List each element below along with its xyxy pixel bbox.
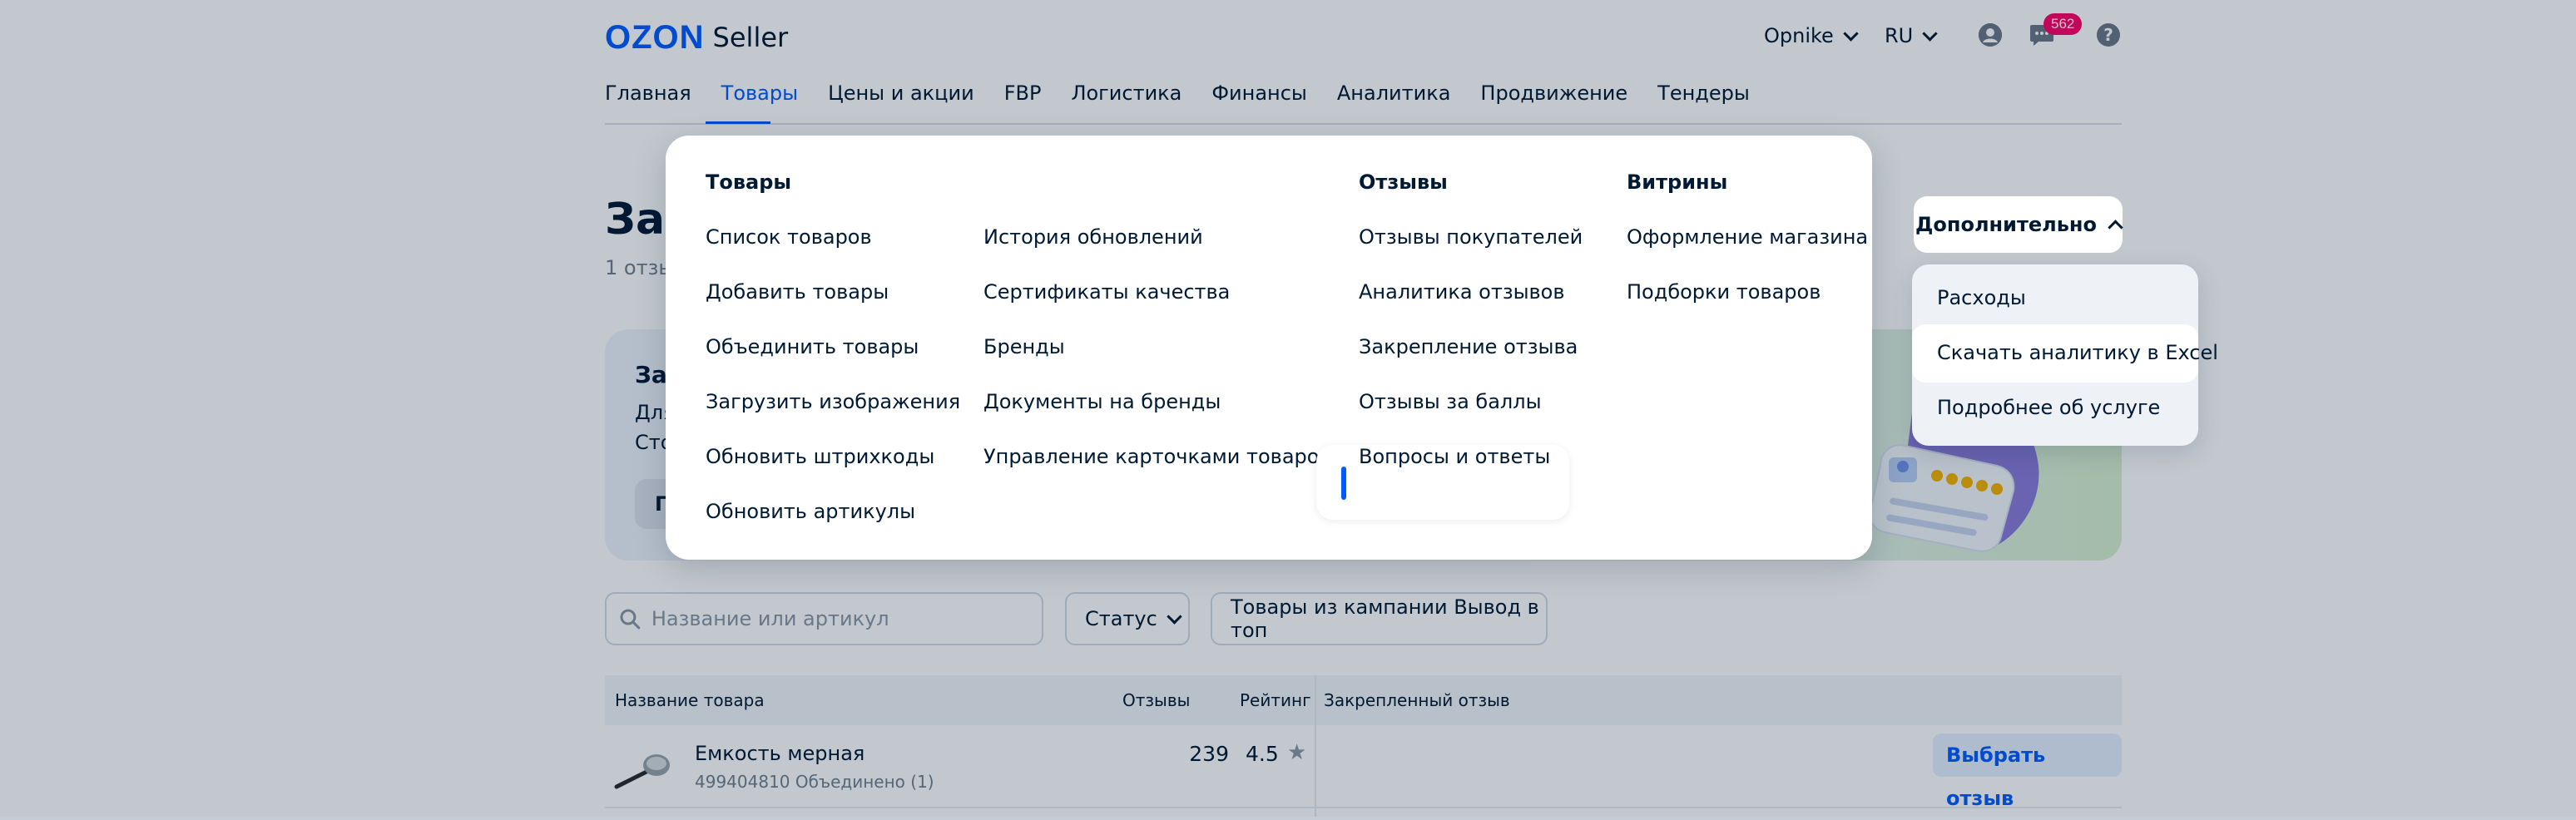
menu-item-update-history[interactable]: История обновлений [983, 225, 1203, 249]
menu-item-reviews-for-points[interactable]: Отзывы за баллы [1359, 390, 1542, 413]
menu-section-title-reviews: Отзывы [1359, 170, 1448, 194]
menu-item-customer-reviews[interactable]: Отзывы покупателей [1359, 225, 1583, 249]
menu-item-store-design[interactable]: Оформление магазина [1627, 225, 1868, 249]
dropdown-item-service-details[interactable]: Подробнее об услуге [1937, 396, 2160, 419]
menu-item-update-articles[interactable]: Обновить артикулы [706, 500, 915, 523]
menu-item-update-barcodes[interactable]: Обновить штрихкоды [706, 445, 934, 468]
products-mega-menu: Товары Список товаров Добавить товары Об… [666, 136, 1872, 560]
menu-item-brand-documents[interactable]: Документы на бренды [983, 390, 1221, 413]
menu-item-product-collections[interactable]: Подборки товаров [1627, 280, 1821, 304]
menu-item-brands[interactable]: Бренды [983, 335, 1065, 358]
menu-item-review-analytics[interactable]: Аналитика отзывов [1359, 280, 1565, 304]
menu-item-quality-certificates[interactable]: Сертификаты качества [983, 280, 1230, 304]
more-button-label: Дополнительно [1915, 213, 2097, 236]
menu-item-pin-review[interactable]: Закрепление отзыва [1359, 335, 1578, 358]
menu-item-merge-products[interactable]: Объединить товары [706, 335, 919, 358]
selected-indicator [1341, 467, 1346, 500]
more-button[interactable]: Дополнительно [1914, 196, 2123, 253]
menu-item-add-products[interactable]: Добавить товары [706, 280, 889, 304]
menu-section-title-showcases: Витрины [1627, 170, 1728, 194]
menu-section-title-products: Товары [706, 170, 792, 194]
menu-item-questions-answers[interactable]: Вопросы и ответы [1359, 445, 1550, 468]
menu-item-card-management[interactable]: Управление карточками товаров [983, 445, 1331, 468]
chevron-up-icon [2108, 219, 2123, 235]
dropdown-item-expenses[interactable]: Расходы [1937, 286, 2026, 309]
menu-item-upload-images[interactable]: Загрузить изображения [706, 390, 960, 413]
more-dropdown: Расходы Скачать аналитику в Excel Подроб… [1912, 264, 2218, 446]
menu-item-product-list[interactable]: Список товаров [706, 225, 872, 249]
dropdown-item-download-excel[interactable]: Скачать аналитику в Excel [1937, 341, 2218, 364]
